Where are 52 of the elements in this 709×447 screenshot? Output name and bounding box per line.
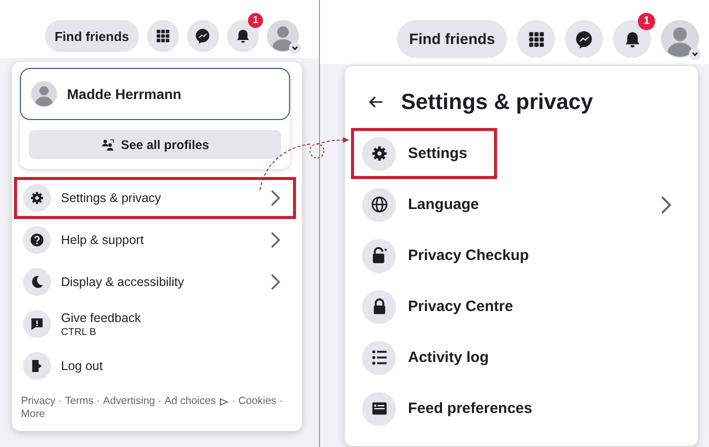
list-icon <box>370 348 388 367</box>
chevron-down-icon <box>289 42 301 54</box>
chevron-right-icon <box>270 189 281 207</box>
notification-badge: 1 <box>638 13 655 30</box>
avatar-icon <box>31 81 57 107</box>
menu-item-label: Settings & privacy <box>61 191 162 205</box>
menu-item-label: Log out <box>61 359 104 373</box>
separator: · <box>232 395 236 408</box>
chevron-right-icon <box>270 231 281 249</box>
footer-link[interactable]: Terms <box>64 395 94 408</box>
separator: · <box>279 395 283 408</box>
gear-icon <box>29 190 45 206</box>
see-all-profiles-button[interactable]: See all profiles <box>29 130 281 159</box>
separator: · <box>96 395 100 408</box>
menu-item-label: Display & accessibility <box>61 275 185 289</box>
messenger-icon <box>194 27 212 45</box>
shortcut-label: CTRL B <box>61 326 98 338</box>
chevron-right-icon <box>660 194 672 214</box>
separator: · <box>58 395 62 408</box>
chevron-right-icon <box>270 273 281 291</box>
menu-item[interactable]: Settings <box>351 128 497 179</box>
menu-item-label: Help & support <box>61 233 145 247</box>
globe-icon <box>370 195 388 214</box>
profile-item[interactable]: Madde Herrmann <box>20 68 290 120</box>
menu-title: Settings & privacy <box>401 89 593 115</box>
messenger-button[interactable] <box>565 20 603 58</box>
notification-badge: 1 <box>248 13 263 28</box>
footer-link[interactable]: Privacy <box>21 395 56 408</box>
menu-item-label: Give feedback <box>61 310 142 324</box>
profiles-icon <box>100 138 115 152</box>
separator: · <box>158 395 162 408</box>
feedback-icon <box>29 316 45 332</box>
gear-icon <box>370 144 388 163</box>
avatar-icon <box>661 20 699 58</box>
question-icon <box>29 232 45 248</box>
footer-link[interactable]: Cookies <box>238 395 276 408</box>
menu-grid-button[interactable] <box>147 20 179 52</box>
grid-icon <box>154 27 172 45</box>
moon-icon <box>29 274 45 290</box>
footer-link[interactable]: More <box>21 408 45 421</box>
avatar-icon <box>267 20 299 52</box>
menu-item[interactable]: Settings & privacy <box>14 177 296 219</box>
find-friends-button[interactable]: Find friends <box>44 20 139 52</box>
account-button[interactable] <box>267 20 299 52</box>
messenger-button[interactable] <box>187 20 219 52</box>
menu-grid-button[interactable] <box>517 20 555 58</box>
footer-link[interactable]: Ad choices <box>164 395 216 408</box>
chevron-down-icon <box>689 48 701 60</box>
messenger-icon <box>574 28 594 50</box>
footer-link[interactable]: Advertising <box>103 395 155 408</box>
account-button[interactable] <box>661 20 699 58</box>
find-friends-button[interactable]: Find friends <box>397 20 507 58</box>
